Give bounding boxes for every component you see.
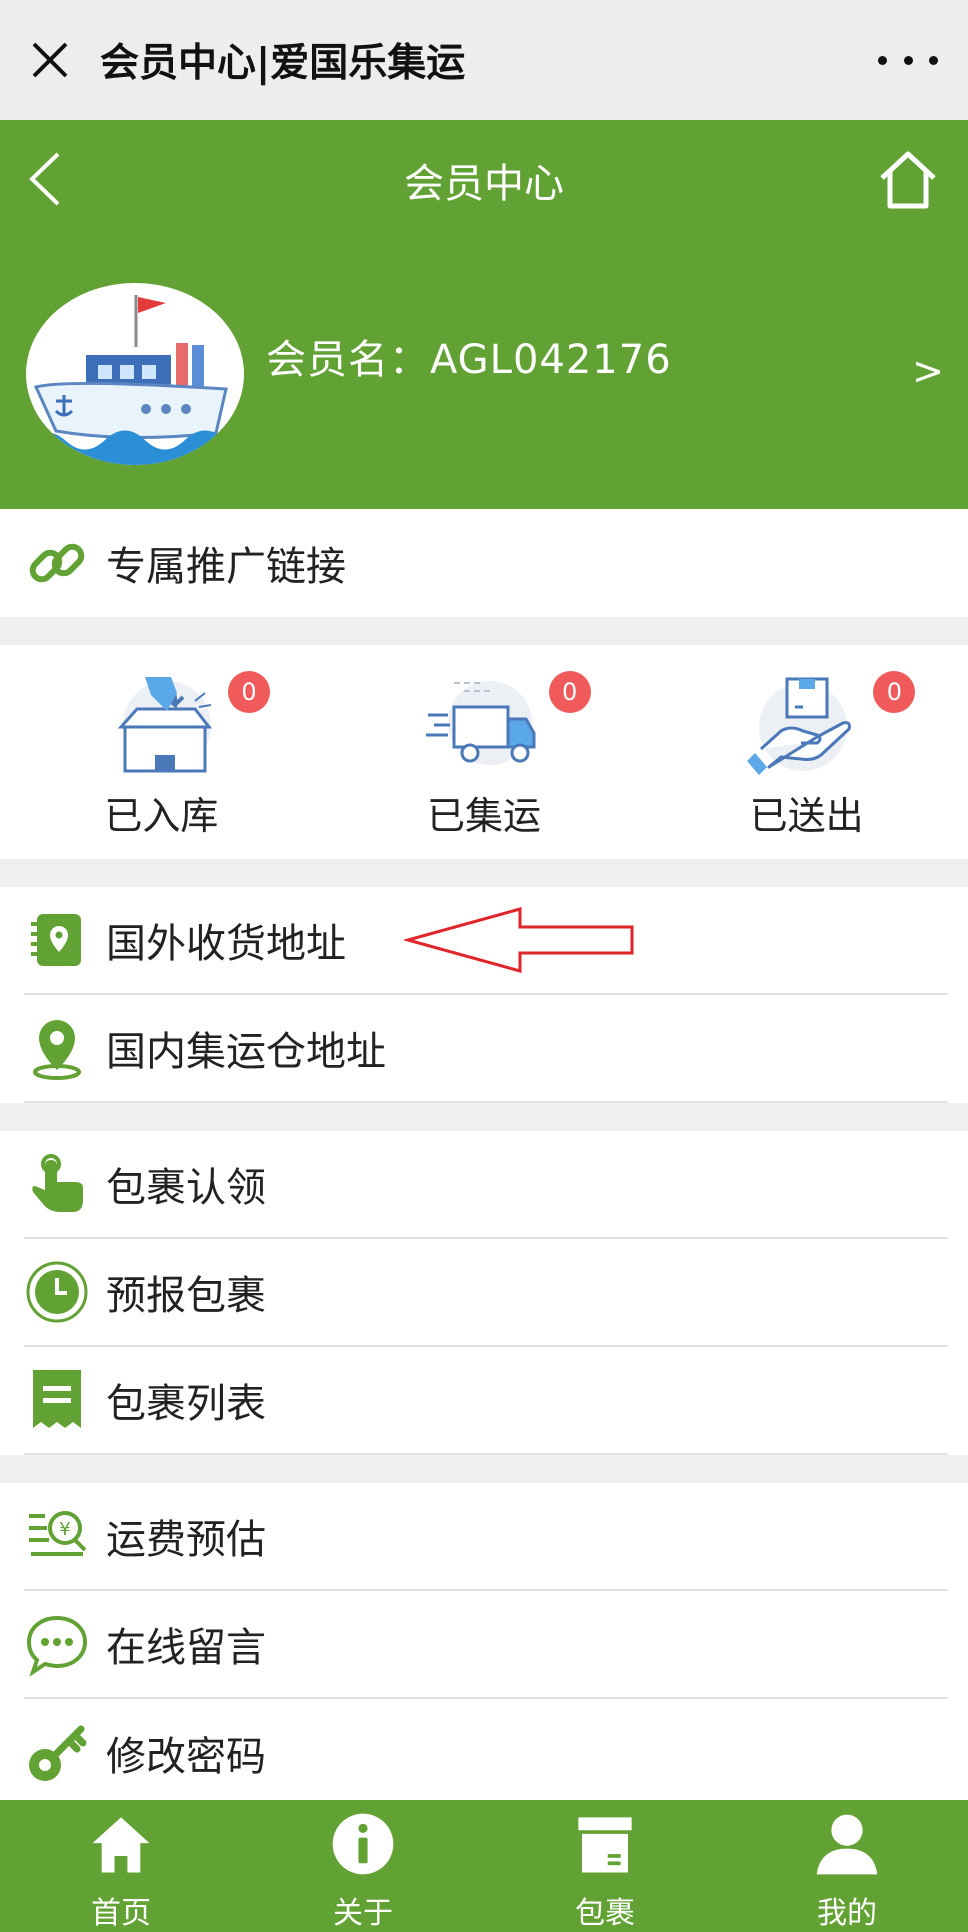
stat-count-badge: 0 bbox=[873, 671, 916, 713]
menu-item-label: 在线留言 bbox=[106, 1625, 266, 1671]
profile-card[interactable]: 会员名：AGL042176 > bbox=[0, 239, 968, 509]
key-icon bbox=[29, 1725, 87, 1781]
user-icon bbox=[816, 1814, 878, 1875]
menu-item-label: 运费预估 bbox=[106, 1517, 266, 1563]
info-icon bbox=[332, 1813, 394, 1875]
menu-item-forecast-parcel[interactable]: 预报包裹 bbox=[24, 1239, 948, 1347]
stat-count-badge: 0 bbox=[548, 671, 591, 713]
location-pin-icon bbox=[33, 1020, 81, 1080]
menu-item-label: 国内集运仓地址 bbox=[106, 1029, 386, 1075]
menu-item-label: 修改密码 bbox=[106, 1734, 266, 1780]
home-icon bbox=[92, 1817, 150, 1873]
hand-package-icon bbox=[746, 677, 851, 775]
menu-item-label: 专属推广链接 bbox=[106, 544, 346, 590]
svg-text:¥: ¥ bbox=[59, 1519, 70, 1540]
chat-bubble-icon bbox=[26, 1615, 88, 1676]
menu-item-claim-parcel[interactable]: 包裹认领 bbox=[24, 1131, 948, 1239]
bottom-tab-bar: 首页 关于 包裹 我的 bbox=[0, 1800, 968, 1932]
price-search-icon: ¥ bbox=[29, 1511, 87, 1556]
tab-about[interactable]: 关于 bbox=[242, 1800, 484, 1932]
stat-consolidated[interactable]: 0 已集运 bbox=[323, 645, 646, 859]
close-icon bbox=[32, 42, 68, 78]
home-icon[interactable] bbox=[876, 148, 940, 212]
profile-arrow: > bbox=[912, 349, 944, 393]
more-dot-icon bbox=[878, 55, 887, 65]
stat-delivered[interactable]: 0 已送出 bbox=[645, 645, 968, 859]
avatar bbox=[26, 283, 244, 465]
tap-hand-icon bbox=[32, 1154, 83, 1212]
address-book-icon bbox=[31, 914, 81, 966]
menu-item-label: 国外收货地址 bbox=[106, 921, 346, 967]
member-id: AGL042176 bbox=[430, 337, 672, 383]
menu-item-change-password[interactable]: 修改密码 bbox=[24, 1699, 948, 1807]
tab-label: 关于 bbox=[333, 1896, 393, 1931]
more-options-button[interactable] bbox=[878, 38, 938, 82]
more-dot-icon bbox=[929, 55, 938, 65]
menu-item-promo-link[interactable]: 专属推广链接 bbox=[24, 509, 948, 617]
menu-item-parcel-list[interactable]: 包裹列表 bbox=[24, 1347, 948, 1455]
annotation-arrow-icon bbox=[404, 907, 634, 973]
member-label: 会员名： bbox=[266, 337, 430, 383]
tab-packages[interactable]: 包裹 bbox=[484, 1800, 726, 1932]
tab-label: 首页 bbox=[91, 1896, 151, 1931]
page-title: 会员中心 bbox=[404, 160, 564, 207]
menu-item-label: 包裹列表 bbox=[106, 1381, 266, 1427]
menu-item-domestic-warehouse-address[interactable]: 国内集运仓地址 bbox=[24, 995, 948, 1103]
parcel-stats: 0 已入库 0 已集运 0 已送出 bbox=[0, 645, 968, 859]
link-chain-icon bbox=[29, 543, 85, 583]
more-dot-icon bbox=[903, 55, 913, 65]
menu-item-online-message[interactable]: 在线留言 bbox=[24, 1591, 948, 1699]
tab-label: 包裹 bbox=[575, 1896, 635, 1931]
menu-item-shipping-estimate[interactable]: ¥ 运费预估 bbox=[24, 1483, 948, 1591]
promo-card: 专属推广链接 bbox=[0, 509, 968, 617]
wechat-title-bar: 会员中心|爱国乐集运 bbox=[0, 0, 968, 120]
stat-stored[interactable]: 0 已入库 bbox=[0, 645, 323, 859]
tool-menu: ¥ 运费预估 在线留言 修改密码 bbox=[0, 1483, 968, 1800]
tab-mine[interactable]: 我的 bbox=[726, 1800, 968, 1932]
page-header: 会员中心 bbox=[0, 120, 968, 239]
menu-item-label: 包裹认领 bbox=[106, 1165, 266, 1211]
close-button[interactable] bbox=[0, 0, 100, 120]
stat-label: 已入库 bbox=[104, 794, 219, 838]
parcel-menu: 包裹认领 预报包裹 包裹列表 bbox=[0, 1131, 968, 1455]
ship-avatar-icon bbox=[26, 295, 244, 465]
warehouse-box-icon bbox=[117, 677, 213, 773]
tab-label: 我的 bbox=[817, 1896, 877, 1931]
window-title: 会员中心|爱国乐集运 bbox=[100, 41, 466, 86]
delivery-truck-icon bbox=[426, 681, 536, 765]
stat-count-badge: 0 bbox=[228, 671, 270, 713]
stat-label: 已送出 bbox=[749, 794, 864, 838]
member-name: 会员名：AGL042176 bbox=[266, 327, 672, 385]
stat-label: 已集运 bbox=[427, 794, 542, 838]
clock-icon bbox=[26, 1261, 88, 1323]
tab-home[interactable]: 首页 bbox=[0, 1800, 242, 1932]
receipt-list-icon bbox=[33, 1370, 81, 1428]
menu-item-label: 预报包裹 bbox=[106, 1273, 266, 1319]
package-icon bbox=[578, 1817, 632, 1873]
back-arrow-icon[interactable] bbox=[16, 144, 86, 214]
